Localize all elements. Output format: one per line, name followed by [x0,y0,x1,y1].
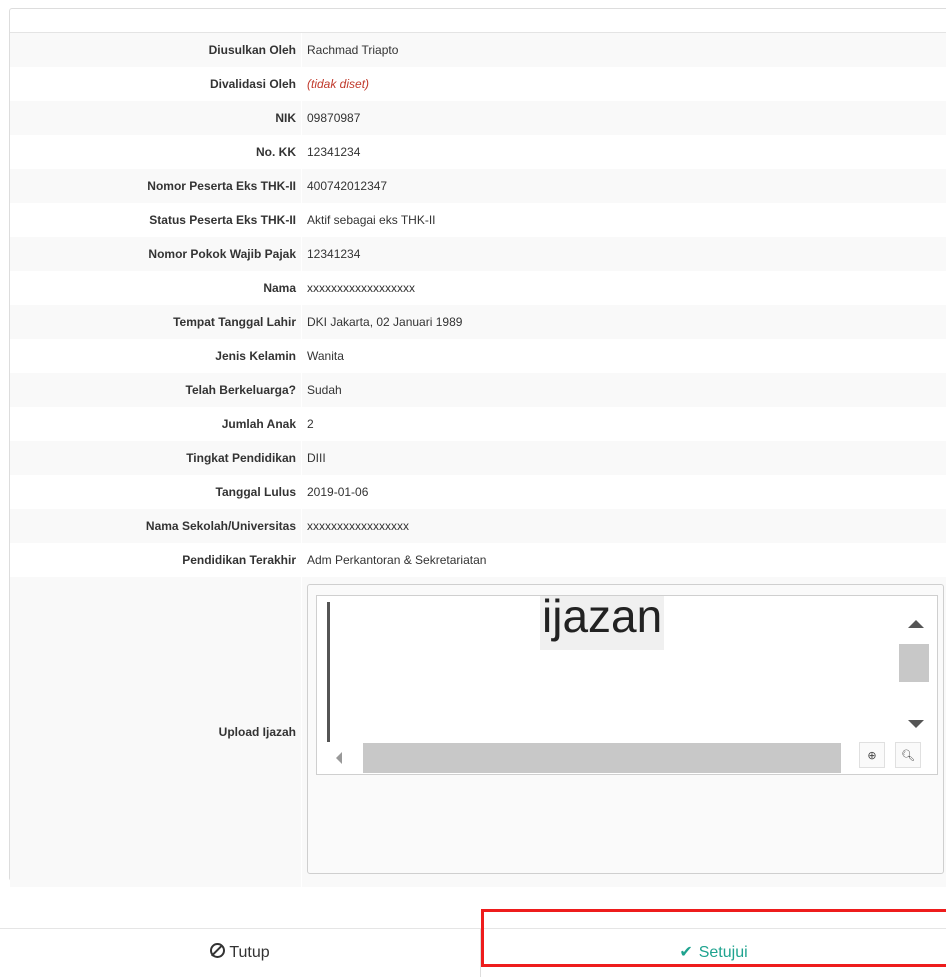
check-icon: ✔ [679,944,693,961]
scroll-down-icon[interactable] [908,720,924,728]
panel-header [10,9,946,33]
document-viewer[interactable]: ijazan ⊕ 🔍︎ [316,595,938,775]
table-row: Tingkat Pendidikan DIII [10,441,946,475]
row-value: 400742012347 [301,169,946,203]
ban-icon [210,943,226,958]
table-row: Nama Sekolah/Universitas xxxxxxxxxxxxxxx… [10,509,946,543]
not-set-value: (tidak diset) [307,77,370,91]
row-value: xxxxxxxxxxxxxxxxxx [301,271,946,305]
row-label: Jenis Kelamin [10,339,302,373]
row-value: Rachmad Triapto [301,33,946,67]
table-row: Nama xxxxxxxxxxxxxxxxxx [10,271,946,305]
zoom-in-icon[interactable]: 🔍︎ [895,742,921,768]
row-label: Nomor Pokok Wajib Pajak [10,237,302,271]
row-value: 12341234 [301,237,946,271]
row-label: Jumlah Anak [10,407,302,441]
table-row: Nomor Pokok Wajib Pajak 12341234 [10,237,946,271]
upload-preview-box: ijazan ⊕ 🔍︎ [307,584,944,874]
row-label: Diusulkan Oleh [10,33,302,67]
scroll-up-icon[interactable] [908,620,924,628]
table-row: Nomor Peserta Eks THK-II 400742012347 [10,169,946,203]
close-button-label: Tutup [229,944,270,961]
horizontal-scroll-thumb[interactable] [363,743,841,773]
table-row: Diusulkan Oleh Rachmad Triapto [10,33,946,67]
horizontal-scrollbar[interactable] [327,742,853,774]
row-label: Telah Berkeluarga? [10,373,302,407]
row-label: Nama Sekolah/Universitas [10,509,302,543]
row-label: Divalidasi Oleh [10,67,302,101]
detail-table: Diusulkan Oleh Rachmad Triapto Divalidas… [10,33,946,887]
row-value: xxxxxxxxxxxxxxxxx [301,509,946,543]
detail-panel: Diusulkan Oleh Rachmad Triapto Divalidas… [9,8,946,887]
table-row: Divalidasi Oleh (tidak diset) [10,67,946,101]
row-value: DKI Jakarta, 02 Januari 1989 [301,305,946,339]
row-value: Wanita [301,339,946,373]
table-row: Jumlah Anak 2 [10,407,946,441]
table-row: Tanggal Lulus 2019-01-06 [10,475,946,509]
document-text: ijazan [540,596,665,650]
table-row: Pendidikan Terakhir Adm Perkantoran & Se… [10,543,946,577]
row-label: Nama [10,271,302,305]
row-label: Tanggal Lulus [10,475,302,509]
scroll-left-icon[interactable] [336,752,342,764]
table-row-upload: Upload Ijazah ijazan ⊕ 🔍︎ [10,577,946,887]
row-label: Tempat Tanggal Lahir [10,305,302,339]
row-value: Aktif sebagai eks THK-II [301,203,946,237]
row-label: Status Peserta Eks THK-II [10,203,302,237]
row-value: 2019-01-06 [301,475,946,509]
row-label: Tingkat Pendidikan [10,441,302,475]
download-icon[interactable]: ⊕ [859,742,885,768]
row-label: NIK [10,101,302,135]
row-value: 12341234 [301,135,946,169]
vertical-scrollbar[interactable] [895,596,937,742]
table-row: Telah Berkeluarga? Sudah [10,373,946,407]
row-label: Nomor Peserta Eks THK-II [10,169,302,203]
table-row: No. KK 12341234 [10,135,946,169]
upload-label: Upload Ijazah [10,577,302,887]
approve-button-label: Setujui [698,944,748,961]
table-row: Jenis Kelamin Wanita [10,339,946,373]
row-label: No. KK [10,135,302,169]
row-value: Sudah [301,373,946,407]
table-row: NIK 09870987 [10,101,946,135]
table-row: Tempat Tanggal Lahir DKI Jakarta, 02 Jan… [10,305,946,339]
row-value: DIII [301,441,946,475]
approve-button[interactable]: ✔ Setujui [481,929,946,977]
vertical-scroll-thumb[interactable] [899,644,929,682]
viewer-left-edge [327,602,330,752]
row-value: Adm Perkantoran & Sekretariatan [301,543,946,577]
row-value: 2 [301,407,946,441]
table-row: Status Peserta Eks THK-II Aktif sebagai … [10,203,946,237]
row-label: Pendidikan Terakhir [10,543,302,577]
close-button[interactable]: Tutup [0,929,481,977]
row-value: 09870987 [301,101,946,135]
